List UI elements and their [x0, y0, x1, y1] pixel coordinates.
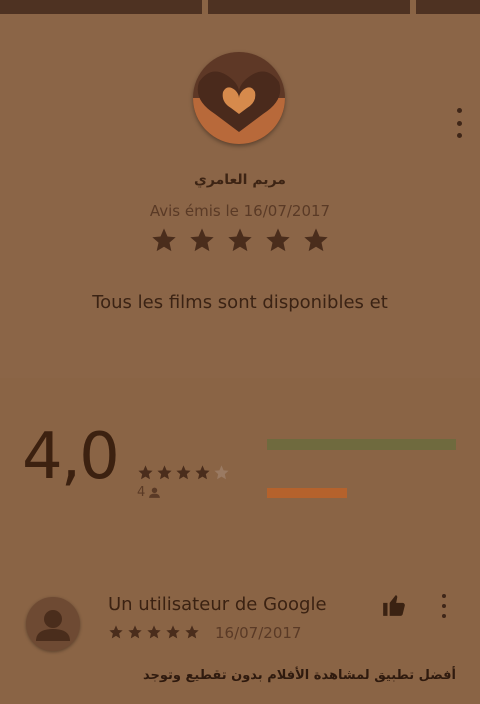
review-date-short: 16/07/2017 — [215, 624, 302, 642]
featured-rating-stars — [150, 226, 330, 260]
more-options-icon[interactable] — [450, 108, 468, 138]
review-more-options-icon[interactable] — [437, 594, 451, 618]
featured-review-text: Tous les films sont disponibles et — [92, 292, 388, 313]
tab-indicator-2[interactable] — [208, 0, 410, 14]
star-icon — [157, 465, 172, 480]
star-icon — [228, 228, 252, 252]
star-icon — [185, 625, 199, 639]
star-icon — [195, 465, 210, 480]
star-icon — [147, 625, 161, 639]
rating-count: 4 — [137, 485, 146, 500]
star-icon — [176, 465, 191, 480]
average-rating-stars — [137, 464, 230, 481]
heart-hands-avatar-icon — [193, 52, 285, 144]
rating-bar-1 — [267, 488, 347, 498]
star-icon — [128, 625, 142, 639]
user-avatar[interactable] — [26, 597, 80, 651]
reviewer-name: مريم العامري — [194, 172, 286, 188]
star-icon — [109, 625, 123, 639]
star-icon — [152, 228, 176, 252]
review-author: Un utilisateur de Google — [108, 594, 327, 615]
thumb-up-icon[interactable] — [381, 592, 407, 618]
rating-bar-5 — [267, 439, 456, 450]
star-empty-icon — [214, 465, 229, 480]
top-tab-bar — [0, 0, 480, 14]
star-icon — [266, 228, 290, 252]
rating-count-row: 4 — [137, 485, 161, 500]
review-date: Avis émis le 16/07/2017 — [149, 202, 331, 220]
reviewer-avatar — [193, 52, 285, 144]
star-icon — [190, 228, 214, 252]
tab-indicator-3[interactable] — [416, 0, 480, 14]
star-icon — [304, 228, 328, 252]
review-stars — [108, 624, 200, 640]
person-icon — [36, 610, 70, 641]
tab-indicator-1[interactable] — [0, 0, 202, 14]
star-icon — [166, 625, 180, 639]
review-text: أفضل تطبيق لمشاهدة الأفلام بدون تقطيع وت… — [142, 668, 456, 683]
person-icon — [149, 487, 161, 498]
star-icon — [138, 465, 153, 480]
average-rating: 4,0 — [22, 420, 120, 494]
